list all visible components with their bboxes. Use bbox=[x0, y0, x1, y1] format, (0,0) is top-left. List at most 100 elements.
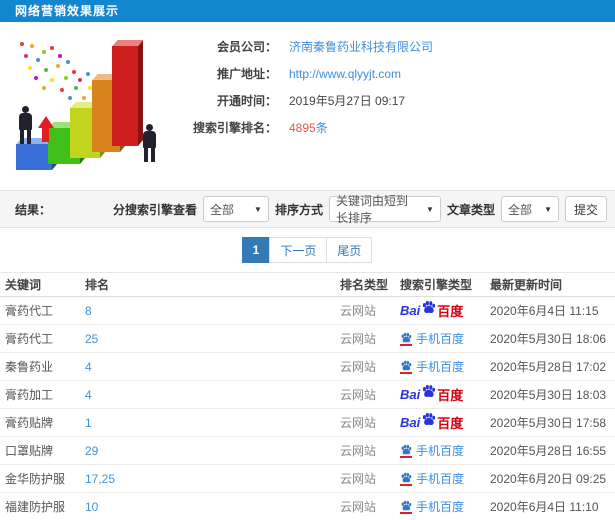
rank-cell: 25 bbox=[80, 324, 335, 353]
rank-link[interactable]: 17,25 bbox=[85, 472, 115, 486]
table-row: 福建防护服 10 云网站 手机百度 2020年6月4日 11:10 bbox=[0, 492, 615, 520]
table-row: 秦鲁药业 4 云网站 手机百度 2020年5月28日 17:02 bbox=[0, 352, 615, 381]
rank-link[interactable]: 8 bbox=[85, 304, 92, 318]
engine-rank-label: 搜索引擎排名： bbox=[192, 121, 277, 135]
businessman-figure-left bbox=[18, 106, 32, 144]
rank-link[interactable]: 4 bbox=[85, 388, 92, 402]
pagination: 1 下一页 尾页 bbox=[0, 228, 615, 272]
chevron-down-icon: ▼ bbox=[426, 204, 434, 214]
sort-select[interactable]: 关键词由短到长排序 ▼ bbox=[328, 194, 441, 225]
chart-bar-red bbox=[112, 40, 144, 146]
mobile-baidu-label: 手机百度 bbox=[416, 472, 465, 486]
header-engine-type: 搜索引擎类型 bbox=[395, 272, 485, 297]
baidu-paw-icon bbox=[423, 384, 436, 397]
mobile-baidu-paw-icon bbox=[400, 332, 412, 346]
updated-cell: 2020年5月30日 17:58 bbox=[485, 408, 615, 437]
mobile-baidu-logo: 手机百度 bbox=[400, 358, 464, 375]
mobile-baidu-label: 手机百度 bbox=[416, 444, 465, 458]
keyword-cell: 金华防护服 bbox=[0, 464, 80, 493]
table-header-row: 关键词 排名 排名类型 搜索引擎类型 最新更新时间 bbox=[0, 272, 615, 297]
rank-link[interactable]: 1 bbox=[85, 416, 92, 430]
page-title: 网络营销效果展示 bbox=[15, 4, 120, 18]
header-rank: 排名 bbox=[80, 272, 335, 297]
engine-filter-select[interactable]: 全部 ▼ bbox=[202, 196, 269, 222]
updated-cell: 2020年5月28日 16:55 bbox=[485, 436, 615, 465]
baidu-paw-icon bbox=[401, 500, 412, 510]
engine-cell: 手机百度 bbox=[395, 464, 485, 493]
rank-link[interactable]: 25 bbox=[85, 332, 98, 346]
baidu-paw-icon bbox=[401, 360, 412, 370]
submit-button[interactable]: 提交 bbox=[564, 196, 607, 222]
keyword-cell: 膏药代工 bbox=[0, 296, 80, 325]
table-row: 膏药贴牌 1 云网站 Bai 百度 2020年5月30日 17:58 bbox=[0, 408, 615, 437]
rank-type-cell: 云网站 bbox=[335, 324, 395, 353]
keyword-cell: 秦鲁药业 bbox=[0, 352, 80, 381]
engine-rank-row: 搜索引擎排名： 4895条 bbox=[182, 121, 605, 135]
next-page-button[interactable]: 下一页 bbox=[269, 237, 328, 263]
baidu-logo: Bai 百度 bbox=[400, 384, 463, 404]
mobile-baidu-logo: 手机百度 bbox=[400, 442, 464, 459]
sort-value: 关键词由短到长排序 bbox=[335, 194, 408, 225]
keyword-cell: 膏药代工 bbox=[0, 324, 80, 353]
page-button-current[interactable]: 1 bbox=[241, 237, 271, 263]
growth-arrow-icon bbox=[38, 114, 54, 142]
filter-bar: 结果： 分搜索引擎查看 全部 ▼ 排序方式 关键词由短到长排序 ▼ 文章类型 全… bbox=[0, 190, 615, 228]
rank-cell: 29 bbox=[80, 436, 335, 465]
table-row: 金华防护服 17,25 云网站 手机百度 2020年6月20日 09:25 bbox=[0, 464, 615, 493]
confetti-dots-decoration bbox=[20, 42, 24, 46]
updated-cell: 2020年6月4日 11:10 bbox=[485, 492, 615, 520]
filter-controls: 分搜索引擎查看 全部 ▼ 排序方式 关键词由短到长排序 ▼ 文章类型 全部 ▼ … bbox=[112, 194, 607, 225]
article-type-select[interactable]: 全部 ▼ bbox=[500, 196, 559, 222]
baidu-logo: Bai 百度 bbox=[400, 300, 463, 320]
rank-type-cell: 云网站 bbox=[335, 408, 395, 437]
rank-cell: 10 bbox=[80, 492, 335, 520]
chevron-down-icon: ▼ bbox=[254, 204, 262, 214]
rank-cell: 8 bbox=[80, 296, 335, 325]
baidu-paw-icon bbox=[423, 412, 436, 425]
rank-cell: 1 bbox=[80, 408, 335, 437]
rank-cell: 4 bbox=[80, 380, 335, 409]
open-time-value: 2019年5月27日 09:17 bbox=[289, 94, 406, 108]
promo-url-label: 推广地址： bbox=[216, 67, 277, 81]
engine-cell: Bai 百度 bbox=[395, 296, 485, 325]
promo-url-link[interactable]: http://www.qlyyjt.com bbox=[289, 67, 401, 81]
mobile-baidu-paw-icon bbox=[400, 472, 412, 486]
baidu-paw-icon bbox=[423, 300, 436, 313]
results-table: 关键词 排名 排名类型 搜索引擎类型 最新更新时间 膏药代工 8 云网站 Bai 百… bbox=[0, 272, 615, 520]
mobile-baidu-logo: 手机百度 bbox=[400, 330, 464, 347]
rank-type-cell: 云网站 bbox=[335, 380, 395, 409]
engine-cell: 手机百度 bbox=[395, 436, 485, 465]
rank-cell: 4 bbox=[80, 352, 335, 381]
rank-type-cell: 云网站 bbox=[335, 492, 395, 520]
title-bar: 网络营销效果展示 bbox=[0, 0, 615, 22]
rank-link[interactable]: 4 bbox=[85, 360, 92, 374]
bar-chart-illustration bbox=[6, 28, 174, 178]
article-type-label: 文章类型 bbox=[446, 202, 495, 217]
keyword-cell: 膏药贴牌 bbox=[0, 408, 80, 437]
member-company-label: 会员公司： bbox=[216, 40, 277, 54]
rank-link[interactable]: 29 bbox=[85, 444, 98, 458]
header-rank-type: 排名类型 bbox=[335, 272, 395, 297]
updated-cell: 2020年5月30日 18:03 bbox=[485, 380, 615, 409]
keyword-cell: 福建防护服 bbox=[0, 492, 80, 520]
engine-filter-label: 分搜索引擎查看 bbox=[112, 202, 197, 217]
table-row: 膏药代工 8 云网站 Bai 百度 2020年6月4日 11:15 bbox=[0, 296, 615, 325]
table-row: 膏药加工 4 云网站 Bai 百度 2020年5月30日 18:03 bbox=[0, 380, 615, 409]
baidu-logo: Bai 百度 bbox=[400, 412, 463, 432]
member-company-row: 会员公司： 济南秦鲁药业科技有限公司 bbox=[182, 40, 605, 54]
rank-type-cell: 云网站 bbox=[335, 436, 395, 465]
mobile-baidu-label: 手机百度 bbox=[416, 500, 465, 514]
engine-cell: Bai 百度 bbox=[395, 380, 485, 409]
member-company-link[interactable]: 济南秦鲁药业科技有限公司 bbox=[289, 40, 433, 54]
table-row: 口罩贴牌 29 云网站 手机百度 2020年5月28日 16:55 bbox=[0, 436, 615, 465]
baidu-paw-icon bbox=[401, 472, 412, 482]
rank-type-cell: 云网站 bbox=[335, 352, 395, 381]
rank-link[interactable]: 10 bbox=[85, 500, 98, 514]
article-type-value: 全部 bbox=[507, 202, 532, 217]
keyword-cell: 口罩贴牌 bbox=[0, 436, 80, 465]
mobile-baidu-label: 手机百度 bbox=[416, 360, 465, 374]
rank-type-cell: 云网站 bbox=[335, 296, 395, 325]
updated-cell: 2020年5月30日 18:06 bbox=[485, 324, 615, 353]
table-body: 膏药代工 8 云网站 Bai 百度 2020年6月4日 11:15 膏药代工 25 云网站… bbox=[0, 296, 615, 520]
last-page-button[interactable]: 尾页 bbox=[326, 237, 373, 263]
